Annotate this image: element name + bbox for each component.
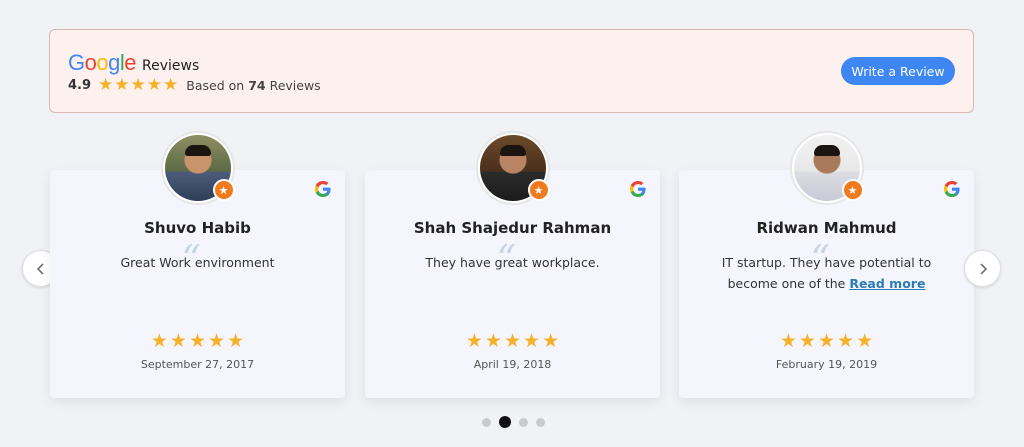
star-icon: ★	[146, 75, 163, 95]
star-icon: ★	[465, 330, 483, 352]
carousel-next-button[interactable]	[964, 250, 1001, 287]
review-card: ★ Shah Shajedur Rahman “ They have great…	[365, 131, 660, 398]
star-icon: ★	[188, 330, 207, 352]
star-icon: ★	[227, 330, 245, 352]
pagination-dot[interactable]	[536, 417, 545, 427]
star-icon: ★	[150, 330, 168, 352]
review-body: They have great workplace.	[425, 255, 600, 270]
chevron-left-icon	[36, 262, 44, 275]
reviewer-name: Shah Shajedur Rahman	[413, 219, 612, 237]
star-icon: ★	[130, 75, 146, 95]
write-review-button[interactable]: Write a Review	[841, 57, 955, 85]
logo-letter: o	[84, 50, 97, 75]
star-icon: ★	[856, 330, 874, 352]
review-date: September 27, 2017	[140, 358, 255, 371]
avatar: ★	[160, 131, 235, 205]
logo-letter: o	[96, 50, 109, 75]
review-date: April 19, 2018	[473, 358, 552, 371]
review-date: February 19, 2019	[775, 358, 878, 371]
review-text: Great Work environment	[80, 252, 315, 273]
google-reviews-brand: Google Reviews	[68, 50, 199, 76]
avatar: ★	[475, 131, 550, 205]
local-guide-badge-icon: ★	[841, 179, 864, 201]
reviews-label: Reviews	[142, 58, 200, 74]
review-text: They have great workplace.	[395, 252, 630, 273]
star-icon: ★	[779, 330, 797, 352]
star-icon: ★	[484, 330, 502, 352]
google-g-icon	[944, 181, 960, 197]
rating-stars: ★ ★ ★ ★ ★	[98, 77, 178, 94]
star-icon: ★	[837, 330, 855, 352]
google-g-icon	[315, 181, 331, 197]
star-icon: ★	[163, 75, 179, 95]
reviews-header: Google Reviews 4.9 ★ ★ ★ ★ ★ Based on 74…	[49, 29, 974, 113]
reviewer-name: Ridwan Mahmud	[756, 219, 897, 237]
read-more-link[interactable]: Read more	[849, 276, 925, 291]
review-stars: ★ ★ ★ ★ ★	[365, 332, 660, 351]
star-icon: ★	[98, 75, 114, 95]
carousel-pagination	[482, 416, 545, 428]
logo-letter: e	[124, 50, 137, 75]
review-count: 74	[248, 78, 266, 93]
overall-rating: 4.9 ★ ★ ★ ★ ★ Based on 74 Reviews	[68, 77, 321, 94]
review-stars: ★ ★ ★ ★ ★	[679, 332, 974, 351]
google-logo: Google	[68, 50, 137, 76]
star-icon: ★	[798, 330, 816, 352]
star-icon: ★	[114, 75, 130, 95]
star-icon: ★	[503, 330, 522, 352]
google-g-icon	[630, 181, 646, 197]
star-icon: ★	[169, 330, 187, 352]
based-on-prefix: Based on	[186, 78, 245, 93]
pagination-dot[interactable]	[482, 417, 491, 427]
avatar: ★	[789, 131, 864, 205]
star-icon: ★	[542, 330, 560, 352]
star-icon: ★	[817, 330, 836, 352]
review-count-text: Based on 74 Reviews	[186, 78, 320, 93]
review-card: ★ Shuvo Habib “ Great Work environment ★…	[50, 131, 345, 398]
review-stars: ★ ★ ★ ★ ★	[50, 332, 345, 351]
based-on-suffix: Reviews	[269, 78, 321, 93]
chevron-right-icon	[979, 262, 987, 275]
review-text: IT startup. They have potential to becom…	[709, 252, 944, 294]
rating-value: 4.9	[68, 78, 92, 93]
star-icon: ★	[523, 330, 541, 352]
star-icon: ★	[208, 330, 226, 352]
logo-letter: g	[108, 50, 120, 75]
reviewer-name: Shuvo Habib	[144, 219, 251, 237]
logo-letter: G	[68, 50, 85, 75]
local-guide-badge-icon: ★	[527, 179, 550, 201]
pagination-dot-active[interactable]	[499, 416, 511, 428]
review-body: Great Work environment	[120, 255, 275, 270]
local-guide-badge-icon: ★	[212, 179, 235, 201]
pagination-dot[interactable]	[519, 417, 528, 427]
review-card: ★ Ridwan Mahmud “ IT startup. They have …	[679, 131, 974, 398]
